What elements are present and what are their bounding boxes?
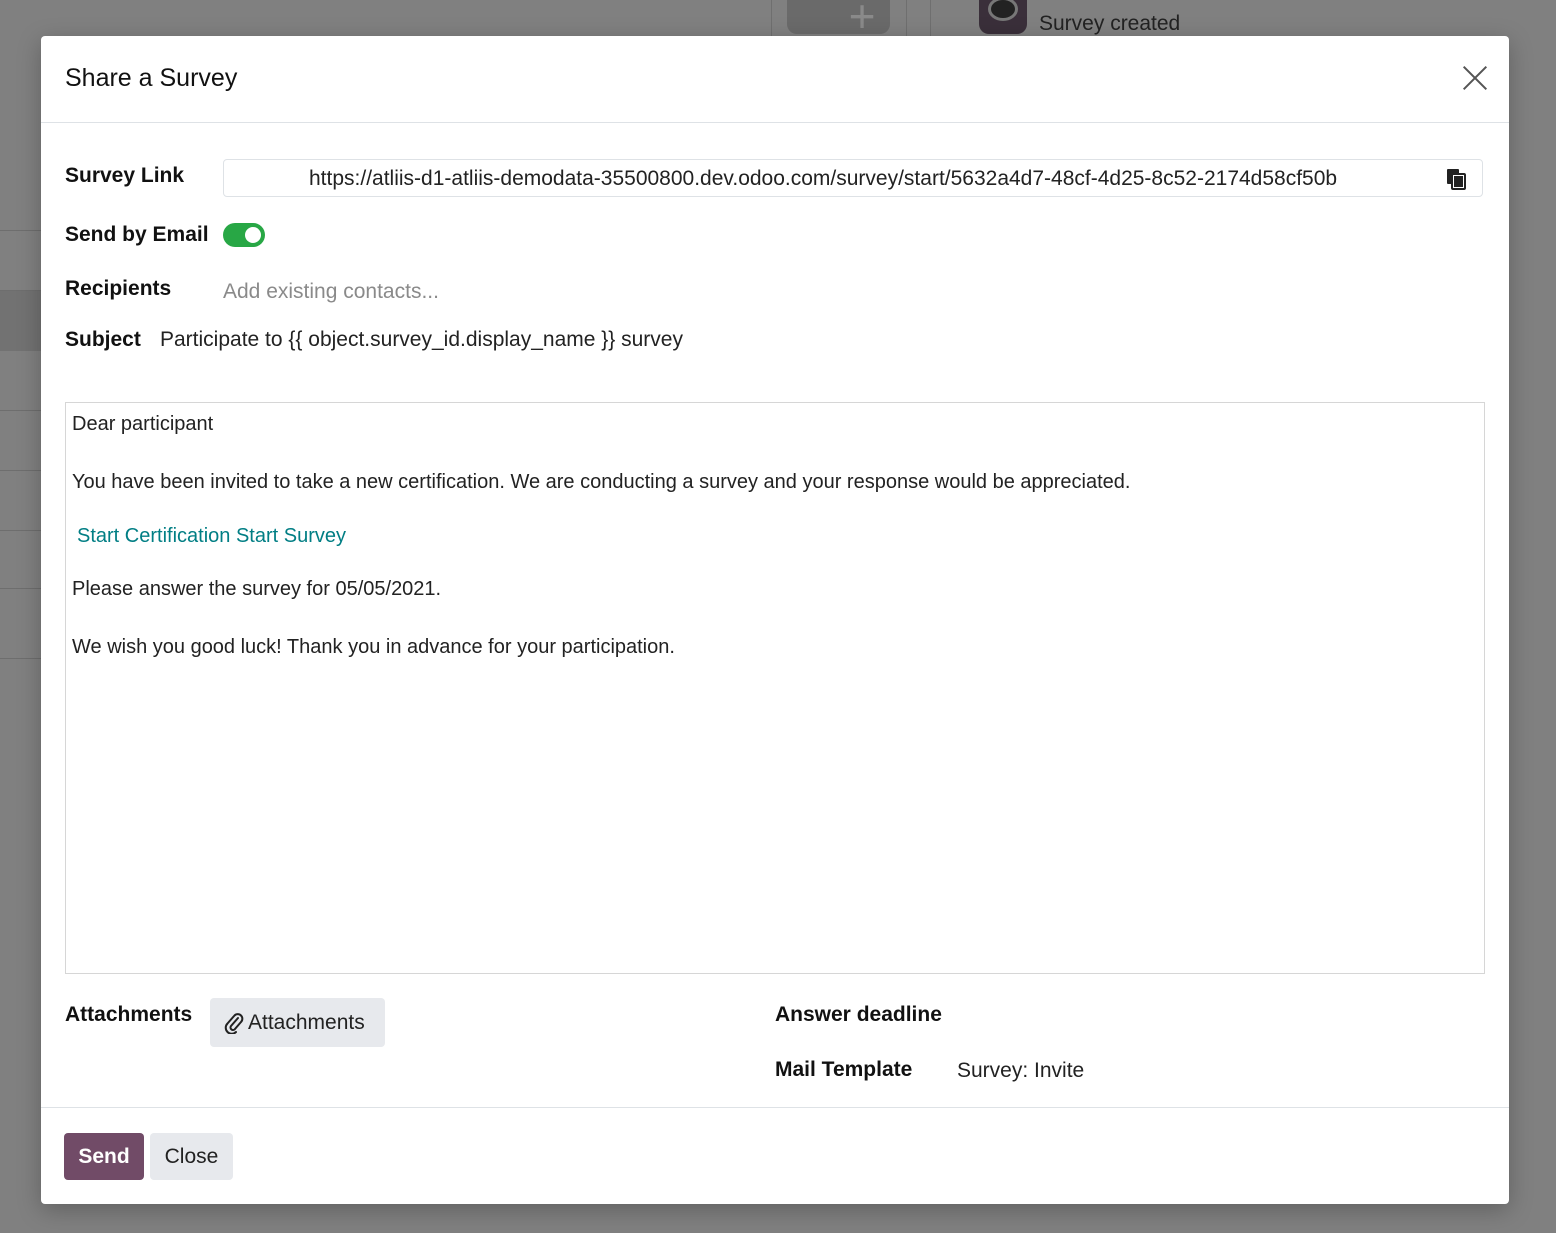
dialog-header: Share a Survey xyxy=(41,36,1509,123)
body-deadline-line[interactable]: Please answer the survey for 05/05/2021. xyxy=(72,578,441,601)
close-icon[interactable] xyxy=(1461,64,1489,92)
close-button[interactable]: Close xyxy=(150,1133,233,1180)
send-by-email-toggle[interactable] xyxy=(223,223,265,247)
send-button[interactable]: Send xyxy=(64,1133,144,1180)
attachments-button[interactable]: Attachments xyxy=(210,998,385,1047)
chatter-message: Survey created xyxy=(1039,12,1181,35)
background-divider xyxy=(930,0,931,36)
bot-avatar xyxy=(979,0,1027,34)
body-greeting[interactable]: Dear participant xyxy=(72,413,213,436)
paperclip-icon xyxy=(224,1013,244,1034)
email-body-editor[interactable]: Dear participant You have been invited t… xyxy=(65,402,1485,974)
subject-label: Subject xyxy=(65,328,141,351)
share-survey-dialog: Share a Survey Survey Link https://atlii… xyxy=(41,36,1509,1204)
mail-template-field[interactable]: Survey: Invite xyxy=(957,1059,1084,1083)
survey-link-field[interactable]: https://atliis-d1-atliis-demodata-355008… xyxy=(223,159,1483,197)
start-survey-link[interactable]: Start Certification Start Survey xyxy=(77,525,346,548)
attachments-button-label: Attachments xyxy=(248,1011,365,1034)
dialog-footer: Send Close xyxy=(41,1107,1509,1204)
copy-icon[interactable] xyxy=(1444,167,1468,191)
subject-field[interactable]: Participate to {{ object.survey_id.displ… xyxy=(160,328,683,352)
attachments-label: Attachments xyxy=(65,1003,193,1026)
dialog-title: Share a Survey xyxy=(65,64,238,92)
answer-deadline-label: Answer deadline xyxy=(775,1003,942,1026)
send-by-email-label: Send by Email xyxy=(65,223,209,246)
recipients-input[interactable] xyxy=(223,276,823,308)
body-paragraph[interactable]: You have been invited to take a new cert… xyxy=(72,471,1130,494)
body-closing[interactable]: We wish you good luck! Thank you in adva… xyxy=(72,636,675,659)
survey-link-label: Survey Link xyxy=(65,164,185,187)
add-image-icon: + xyxy=(848,0,876,42)
mail-template-label: Mail Template xyxy=(775,1058,913,1081)
recipients-label: Recipients xyxy=(65,277,172,300)
survey-link-value[interactable]: https://atliis-d1-atliis-demodata-355008… xyxy=(309,167,1337,191)
